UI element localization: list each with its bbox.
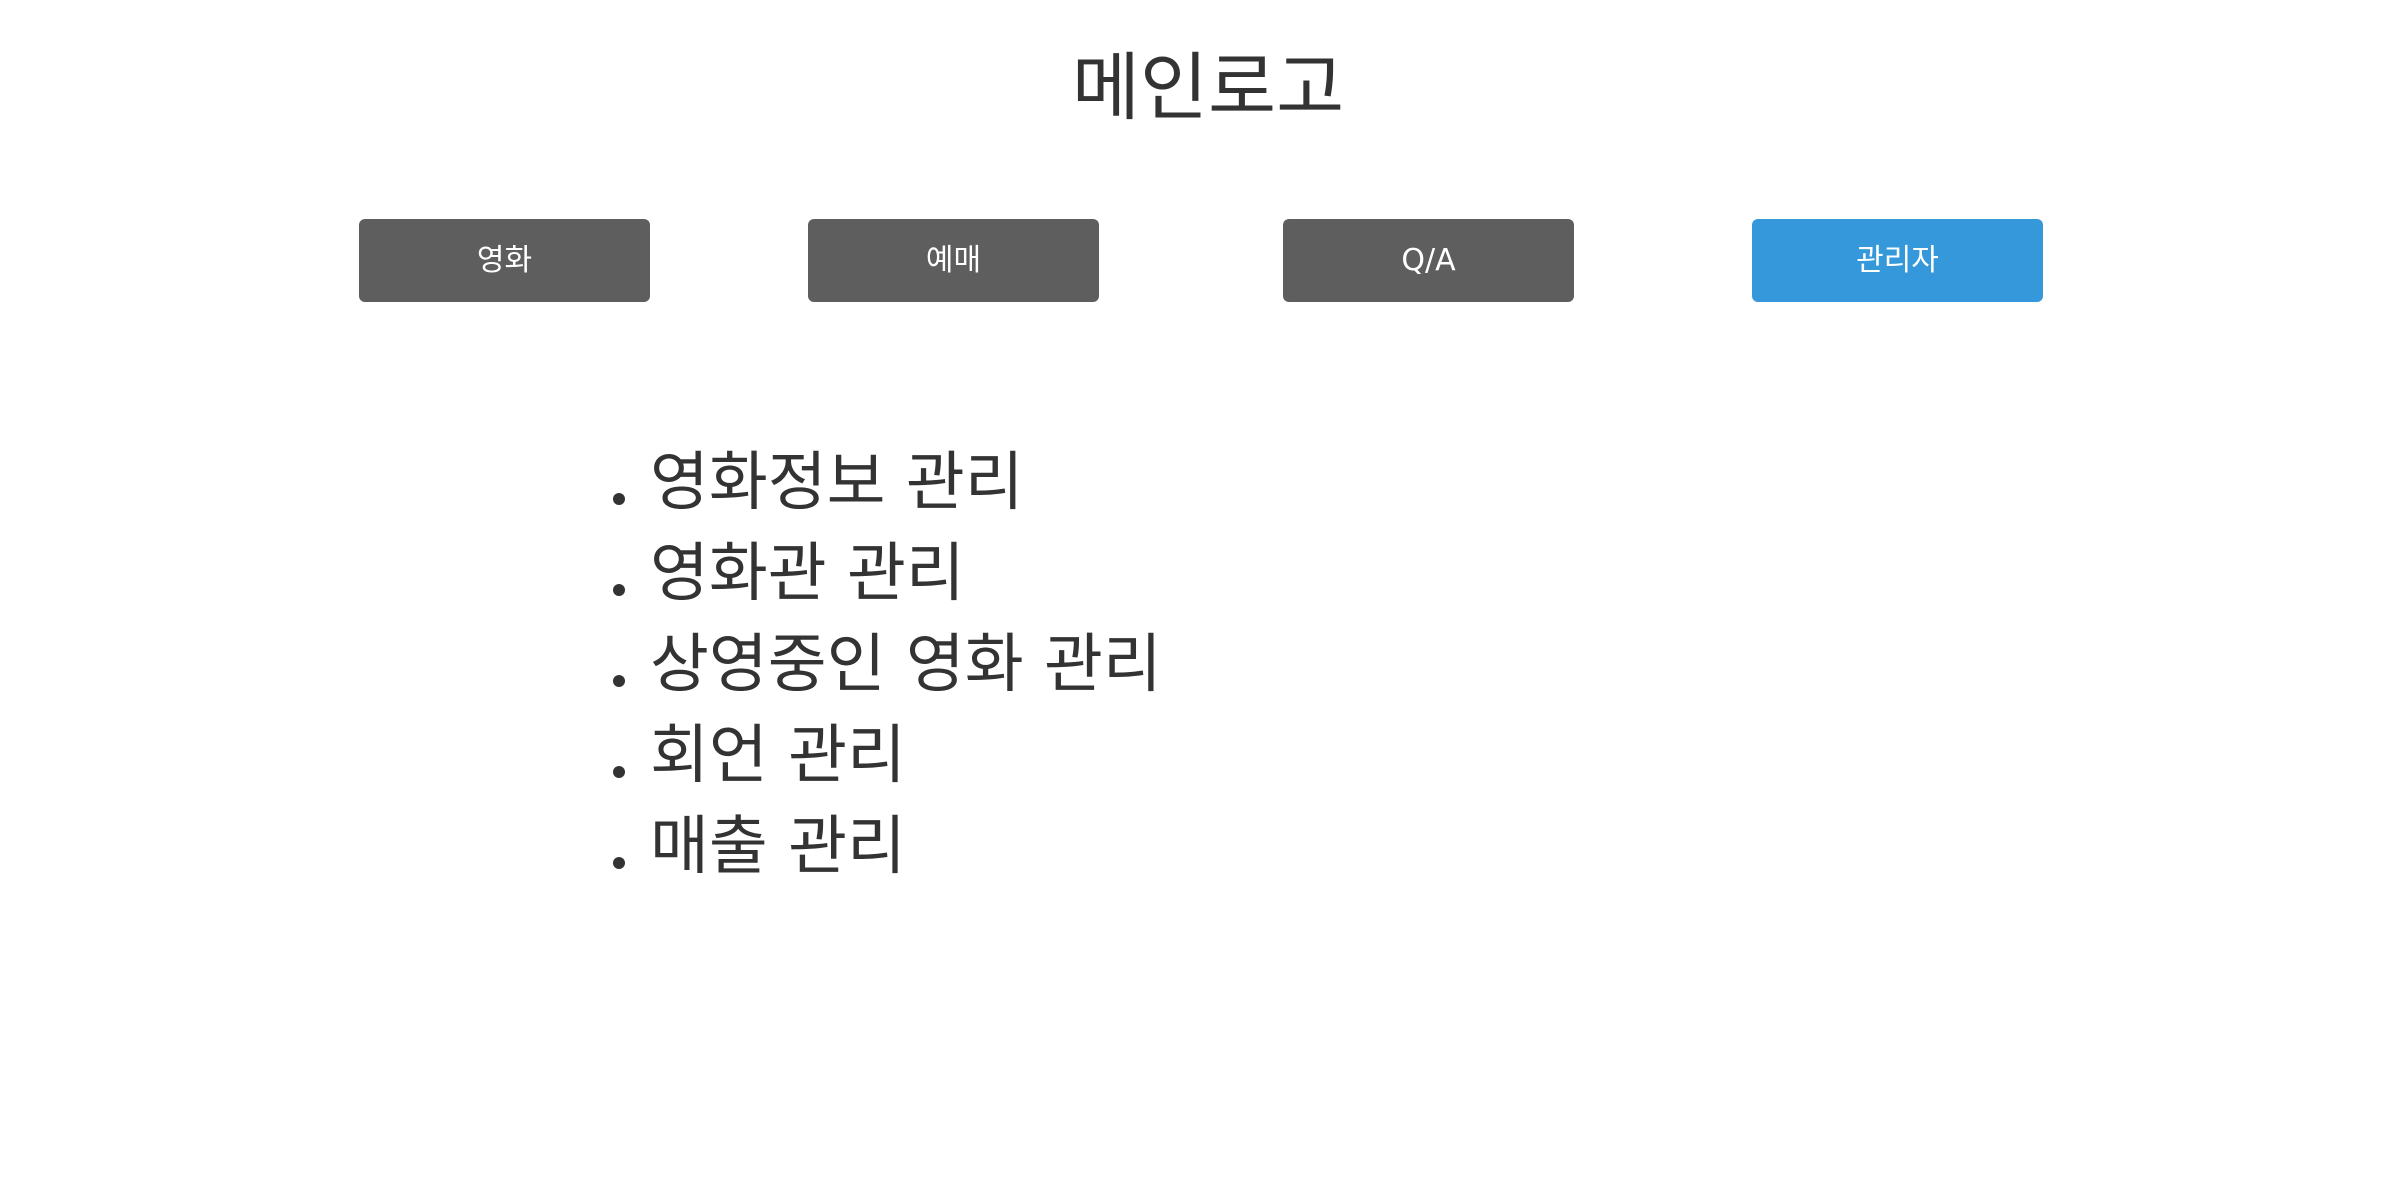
admin-menu-item-label: 영화정보 관리 bbox=[650, 446, 1024, 520]
admin-menu-item-movie-info[interactable]: 영화정보 관리 bbox=[594, 438, 1162, 529]
admin-menu-item-label: 상영중인 영화 관리 bbox=[650, 628, 1162, 702]
nav-button-admin[interactable]: 관리자 bbox=[1752, 219, 2043, 302]
page: 메인로고 영화 예매 Q/A 관리자 영화정보 관리 영화관 관리 상영중인 영… bbox=[0, 0, 2400, 1200]
admin-menu-item-label: 회언 관리 bbox=[650, 719, 906, 793]
bullet-icon bbox=[613, 584, 625, 596]
admin-menu-list: 영화정보 관리 영화관 관리 상영중인 영화 관리 회언 관리 매출 관리 bbox=[594, 438, 1162, 893]
main-logo[interactable]: 메인로고 bbox=[0, 38, 2400, 138]
bullet-icon bbox=[613, 857, 625, 869]
admin-menu-item-label: 매출 관리 bbox=[650, 810, 906, 884]
bullet-icon bbox=[613, 766, 625, 778]
admin-menu-item-theater[interactable]: 영화관 관리 bbox=[594, 529, 1162, 620]
admin-menu-item-label: 영화관 관리 bbox=[650, 537, 965, 611]
admin-menu-item-member[interactable]: 회언 관리 bbox=[594, 711, 1162, 802]
nav-button-movie[interactable]: 영화 bbox=[359, 219, 650, 302]
bullet-icon bbox=[613, 493, 625, 505]
bullet-icon bbox=[613, 675, 625, 687]
nav-button-qa[interactable]: Q/A bbox=[1283, 219, 1574, 302]
nav-button-booking[interactable]: 예매 bbox=[808, 219, 1099, 302]
admin-menu-item-sales[interactable]: 매출 관리 bbox=[594, 802, 1162, 893]
admin-menu-item-now-showing[interactable]: 상영중인 영화 관리 bbox=[594, 620, 1162, 711]
